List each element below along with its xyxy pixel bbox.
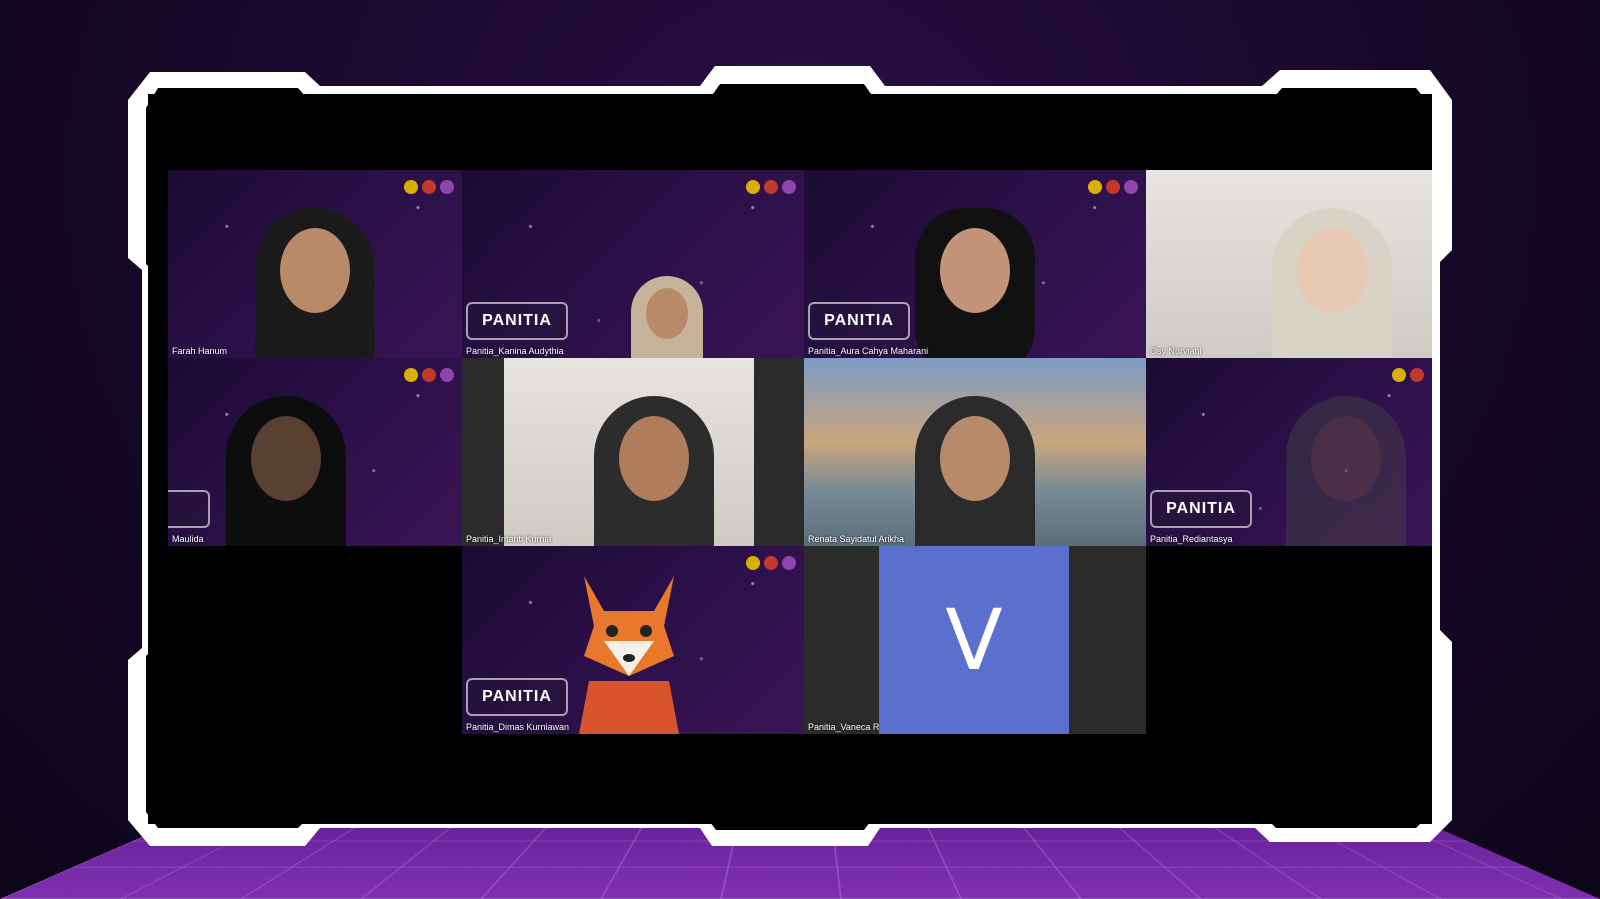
video-tile-kanina[interactable]: PANITIA Panitia_Kanina Audythia — [462, 170, 804, 358]
participant-video — [1257, 208, 1407, 358]
participant-name: Farah Hanum — [172, 346, 228, 356]
participant-video — [211, 396, 361, 546]
panitia-badge: PANITIA — [1150, 490, 1252, 528]
participant-name: Panitia_Rediantasya — [1150, 534, 1233, 544]
participant-video — [900, 208, 1050, 358]
event-logos — [746, 180, 796, 194]
video-gallery: Farah Hanum PANITIA Panitia_Kanina Audyt… — [148, 94, 1432, 824]
participant-name: Panitia_Vaneca R — [808, 722, 880, 732]
video-tile-intanti[interactable]: Panitia_Intanti Kurnia — [462, 358, 804, 546]
avatar: V — [879, 546, 1069, 734]
panitia-badge: PANITIA — [466, 302, 568, 340]
video-tile-maulida[interactable]: IA Maulida — [168, 358, 462, 546]
video-tile-farah[interactable]: Farah Hanum — [168, 170, 462, 358]
panitia-badge: IA — [168, 490, 210, 528]
video-tile-renata[interactable]: Renata Sayidatul Arikha — [804, 358, 1146, 546]
video-tile-vaneca[interactable]: V Panitia_Vaneca R — [804, 546, 1146, 734]
participant-name: Panitia_Aura Cahya Maharani — [808, 346, 929, 356]
participant-video — [240, 208, 390, 358]
video-tile-aura[interactable]: PANITIA Panitia_Aura Cahya Maharani — [804, 170, 1146, 358]
camera-feed — [504, 358, 754, 546]
participant-name: Osy Nurviani — [1150, 346, 1202, 356]
event-logos — [1088, 180, 1138, 194]
fox-avatar-icon — [579, 576, 679, 734]
participant-video — [579, 396, 729, 546]
participant-name: Panitia_Dimas Kurniawan — [466, 722, 570, 732]
panitia-badge: PANITIA — [808, 302, 910, 340]
participant-video — [622, 276, 712, 358]
participant-name: Panitia_Kanina Audythia — [466, 346, 564, 356]
participant-name: Panitia_Intanti Kurnia — [466, 534, 552, 544]
panitia-badge: PANITIA — [466, 678, 568, 716]
participant-name: Maulida — [172, 534, 204, 544]
participant-name: Renata Sayidatul Arikha — [808, 534, 905, 544]
event-logos — [1392, 368, 1424, 382]
event-logos — [746, 556, 796, 570]
event-logos — [404, 180, 454, 194]
participant-video — [900, 396, 1050, 546]
video-tile-osy[interactable]: Osy Nurviani — [1146, 170, 1432, 358]
video-tile-rediantasya[interactable]: PANITIA Panitia_Rediantasya — [1146, 358, 1432, 546]
participant-video — [1271, 396, 1421, 546]
video-tile-dimas[interactable]: PANITIA Panitia_Dimas Kurniawan — [462, 546, 804, 734]
event-logos — [404, 368, 454, 382]
